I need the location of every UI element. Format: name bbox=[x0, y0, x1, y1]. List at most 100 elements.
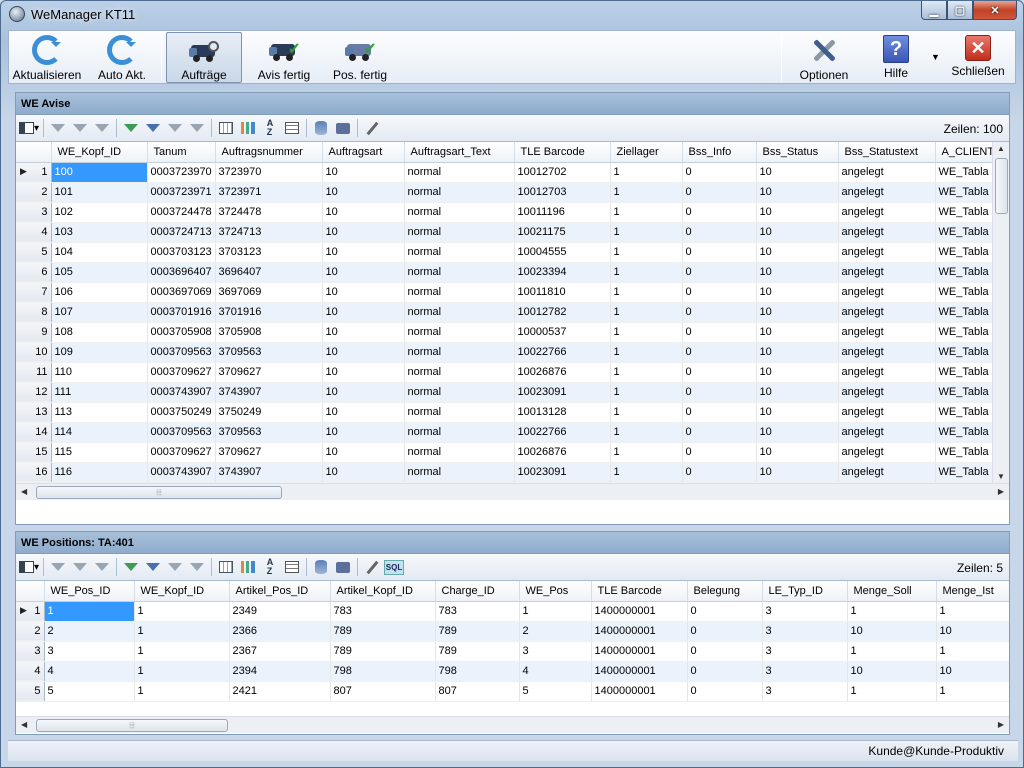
table-cell[interactable]: 10 bbox=[322, 262, 405, 283]
table-cell[interactable]: 0 bbox=[682, 162, 757, 183]
table-cell[interactable]: 10 bbox=[322, 402, 405, 423]
filter-edit-icon[interactable] bbox=[143, 118, 163, 138]
layout-menu-icon[interactable]: ▾ bbox=[19, 118, 39, 138]
row-header[interactable]: 3 bbox=[16, 202, 52, 223]
row-header[interactable]: 9 bbox=[16, 322, 52, 343]
chart-icon[interactable] bbox=[238, 118, 258, 138]
table-cell[interactable]: 1 bbox=[610, 222, 683, 243]
table-cell[interactable]: 3709563 bbox=[215, 422, 323, 443]
table-cell[interactable]: WE_Tabla bbox=[935, 362, 993, 383]
table-cell[interactable]: 0 bbox=[682, 262, 757, 283]
table-cell[interactable]: WE_Tabla bbox=[935, 222, 993, 243]
table-cell[interactable]: 10000537 bbox=[514, 322, 611, 343]
table-cell[interactable]: 2 bbox=[44, 621, 135, 642]
table-cell[interactable]: 0 bbox=[682, 242, 757, 263]
table-cell[interactable]: WE_Tabla bbox=[935, 262, 993, 283]
scroll-left-icon[interactable]: ◀ bbox=[21, 720, 27, 729]
table-cell[interactable]: angelegt bbox=[838, 442, 936, 463]
table-cell[interactable]: 3724478 bbox=[215, 202, 323, 223]
help-dropdown-icon[interactable]: ▼ bbox=[931, 52, 940, 62]
table-cell[interactable]: 3 bbox=[762, 601, 848, 622]
positions-hscroll-thumb[interactable]: ⦙⦙⦙ bbox=[36, 719, 228, 732]
table-cell[interactable]: 0003743907 bbox=[147, 462, 216, 483]
table-cell[interactable]: 113 bbox=[51, 402, 148, 423]
column-header[interactable]: Menge_Ist bbox=[936, 581, 1009, 602]
table-cell[interactable]: normal bbox=[404, 222, 515, 243]
row-header[interactable]: 12 bbox=[16, 382, 52, 403]
table-cell[interactable]: angelegt bbox=[838, 182, 936, 203]
orders-button[interactable]: Aufträge bbox=[166, 32, 242, 83]
table-cell[interactable]: 10 bbox=[322, 462, 405, 483]
table-cell[interactable]: 104 bbox=[51, 242, 148, 263]
table-cell[interactable]: 0 bbox=[682, 362, 757, 383]
table-cell[interactable]: 111 bbox=[51, 382, 148, 403]
table-cell[interactable]: 10026876 bbox=[514, 362, 611, 383]
table-cell[interactable]: 0 bbox=[682, 182, 757, 203]
filter-icon[interactable] bbox=[48, 557, 68, 577]
filter-delete-icon[interactable] bbox=[165, 118, 185, 138]
table-cell[interactable]: 1 bbox=[134, 601, 230, 622]
table-cell[interactable]: WE_Tabla bbox=[935, 302, 993, 323]
table-cell[interactable]: 3 bbox=[44, 641, 135, 662]
table-cell[interactable]: angelegt bbox=[838, 422, 936, 443]
scroll-left-icon[interactable]: ◀ bbox=[21, 487, 27, 496]
layout-menu-icon[interactable]: ▾ bbox=[19, 557, 39, 577]
table-row[interactable]: 3 3 1 2367 789 789 3 1400000001 0 3 1 1 bbox=[16, 641, 1009, 662]
table-cell[interactable]: 10 bbox=[756, 322, 839, 343]
table-cell[interactable]: normal bbox=[404, 282, 515, 303]
sort-icon[interactable]: AZ bbox=[260, 557, 280, 577]
table-cell[interactable]: 107 bbox=[51, 302, 148, 323]
table-cell[interactable]: 10 bbox=[322, 162, 405, 183]
filter-add-icon[interactable] bbox=[121, 118, 141, 138]
table-cell[interactable]: 1 bbox=[847, 601, 937, 622]
table-cell[interactable]: 1 bbox=[610, 422, 683, 443]
table-cell[interactable]: angelegt bbox=[838, 262, 936, 283]
table-cell[interactable]: 10 bbox=[847, 621, 937, 642]
column-header[interactable]: Artikel_Kopf_ID bbox=[330, 581, 436, 602]
filter-delete-icon[interactable] bbox=[165, 557, 185, 577]
table-cell[interactable]: WE_Tabla bbox=[935, 242, 993, 263]
table-cell[interactable]: 10021175 bbox=[514, 222, 611, 243]
table-cell[interactable]: 102 bbox=[51, 202, 148, 223]
table-cell[interactable]: 10 bbox=[322, 342, 405, 363]
table-cell[interactable]: 0 bbox=[682, 222, 757, 243]
table-cell[interactable]: 110 bbox=[51, 362, 148, 383]
table-cell[interactable]: 10 bbox=[322, 182, 405, 203]
table-cell[interactable]: 1 bbox=[134, 661, 230, 682]
table-cell[interactable]: 10004555 bbox=[514, 242, 611, 263]
table-cell[interactable]: 1 bbox=[610, 362, 683, 383]
table-cell[interactable]: 0003705908 bbox=[147, 322, 216, 343]
column-header[interactable]: Auftragsart_Text bbox=[404, 142, 515, 163]
table-cell[interactable]: 10023394 bbox=[514, 262, 611, 283]
table-cell[interactable]: 0 bbox=[682, 302, 757, 323]
table-cell[interactable]: WE_Tabla bbox=[935, 322, 993, 343]
table-row[interactable]: 3 102 0003724478 3724478 10 normal 10011196 1 0 1… bbox=[16, 202, 993, 223]
table-cell[interactable]: angelegt bbox=[838, 222, 936, 243]
table-cell[interactable]: 3701916 bbox=[215, 302, 323, 323]
table-cell[interactable]: angelegt bbox=[838, 282, 936, 303]
table-row[interactable]: 4 4 1 2394 798 798 4 1400000001 0 3 10 10 bbox=[16, 661, 1009, 682]
avise-vertical-scrollbar[interactable]: ▲ ▼ bbox=[992, 142, 1009, 483]
auto-refresh-button[interactable]: Auto Akt. bbox=[89, 32, 155, 83]
scroll-right-icon[interactable]: ▶ bbox=[998, 487, 1004, 496]
table-cell[interactable]: 2421 bbox=[229, 681, 331, 702]
table-cell[interactable]: 100 bbox=[51, 162, 148, 183]
row-header[interactable]: ▶ 1 bbox=[16, 601, 45, 622]
table-cell[interactable]: 3724713 bbox=[215, 222, 323, 243]
table-cell[interactable]: 3696407 bbox=[215, 262, 323, 283]
column-header[interactable]: Menge_Soll bbox=[847, 581, 937, 602]
table-cell[interactable]: 10012702 bbox=[514, 162, 611, 183]
table-cell[interactable]: 3 bbox=[519, 641, 592, 662]
table-cell[interactable]: 10026876 bbox=[514, 442, 611, 463]
column-header[interactable]: Bss_Statustext bbox=[838, 142, 936, 163]
table-cell[interactable]: 10 bbox=[936, 661, 1009, 682]
column-header[interactable]: Ziellager bbox=[610, 142, 683, 163]
table-cell[interactable]: 1 bbox=[610, 442, 683, 463]
table-cell[interactable]: 114 bbox=[51, 422, 148, 443]
row-header[interactable]: 2 bbox=[16, 182, 52, 203]
table-cell[interactable]: 5 bbox=[44, 681, 135, 702]
table-cell[interactable]: 10022766 bbox=[514, 422, 611, 443]
print-icon[interactable] bbox=[333, 557, 353, 577]
table-cell[interactable]: 3 bbox=[762, 641, 848, 662]
table-cell[interactable]: normal bbox=[404, 242, 515, 263]
